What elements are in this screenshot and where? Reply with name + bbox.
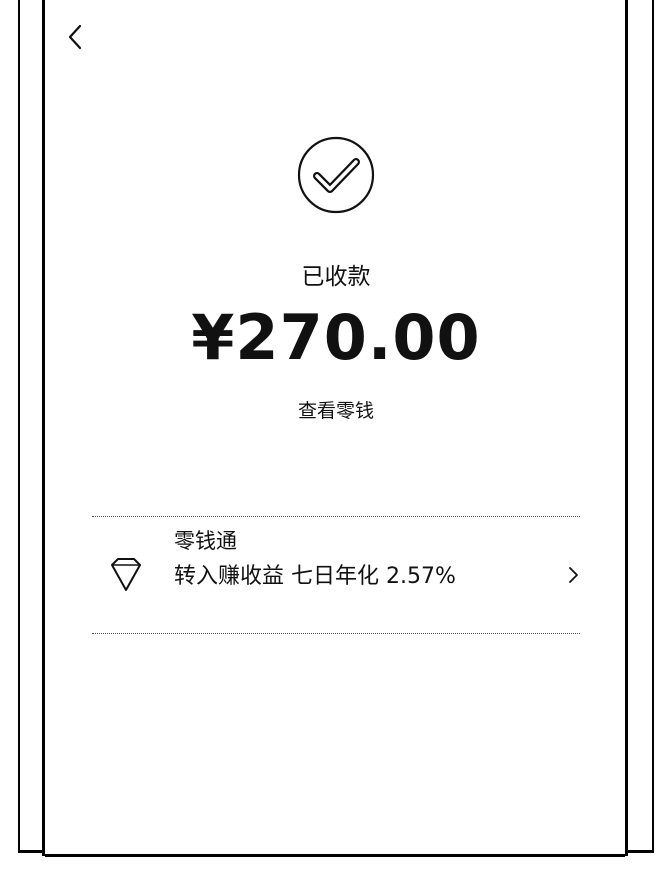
- device-frame-left: [18, 0, 20, 852]
- device-frame-right: [652, 0, 654, 852]
- payment-received-screen: 已收款 ¥270.00 查看零钱 零钱通 转入赚收益 七日年化 2.57%: [0, 0, 672, 878]
- chevron-left-icon: [68, 24, 82, 50]
- screen-bottom-edge: [45, 854, 625, 857]
- received-amount: ¥270.00: [191, 301, 481, 374]
- device-frame-right-bottom: [625, 850, 654, 853]
- diamond-icon: [104, 555, 148, 595]
- device-frame-right-inner: [625, 0, 628, 856]
- chevron-right-icon: [566, 564, 580, 586]
- check-circle-icon: [296, 135, 376, 215]
- promo-title: 零钱通: [174, 529, 237, 553]
- device-frame-left-inner: [42, 0, 45, 856]
- promo-description: 转入赚收益 七日年化 2.57%: [174, 564, 456, 589]
- view-change-link[interactable]: 查看零钱: [298, 400, 374, 422]
- back-button[interactable]: [62, 20, 90, 54]
- divider: [92, 633, 580, 634]
- change-wallet-promo-row[interactable]: 零钱通 转入赚收益 七日年化 2.57%: [92, 517, 580, 633]
- view-change-link-wrapper: 查看零钱: [0, 396, 672, 426]
- device-frame-left-bottom: [18, 850, 45, 853]
- status-label: 已收款: [301, 264, 371, 290]
